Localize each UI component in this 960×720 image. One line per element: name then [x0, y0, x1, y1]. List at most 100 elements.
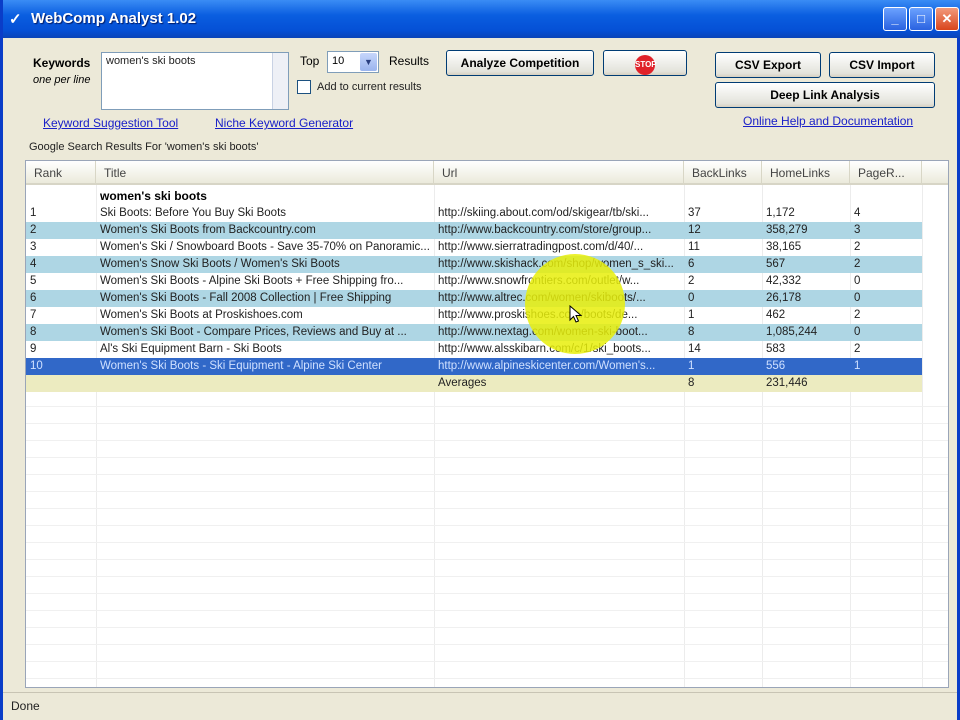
cell-pagerank: 2 [854, 343, 861, 355]
status-text: Done [11, 699, 40, 713]
cell-title: Women's Ski Boots - Fall 2008 Collection… [100, 292, 392, 304]
mouse-pointer-icon [569, 305, 583, 323]
keyword-suggestion-link[interactable]: Keyword Suggestion Tool [43, 116, 178, 130]
cell-pagerank: 2 [854, 309, 861, 321]
cell-rank: 1 [30, 207, 37, 219]
averages-row: Averages 8 231,446 [26, 375, 922, 392]
table-row[interactable]: 10 Women's Ski Boots - Ski Equipment - Al… [26, 358, 922, 375]
averages-label: Averages [438, 377, 487, 389]
cell-title: Al's Ski Equipment Barn - Ski Boots [100, 343, 282, 355]
cell-rank: 4 [30, 258, 37, 270]
cell-backlinks: 12 [688, 224, 701, 236]
close-button[interactable]: ✕ [935, 7, 959, 31]
avg-backlinks: 8 [688, 377, 695, 389]
cell-pagerank: 1 [854, 360, 861, 372]
add-to-current-label: Add to current results [317, 81, 422, 93]
column-header-url[interactable]: Url [434, 161, 684, 185]
table-row[interactable]: 5 Women's Ski Boots - Alpine Ski Boots + … [26, 273, 922, 290]
cell-title: Women's Snow Ski Boots / Women's Ski Boo… [100, 258, 340, 270]
keywords-scrollbar[interactable] [272, 53, 288, 109]
cell-backlinks: 8 [688, 326, 695, 338]
cell-backlinks: 2 [688, 275, 695, 287]
csv-import-button[interactable]: CSV Import [829, 52, 935, 78]
grid-line [26, 423, 948, 424]
cell-homelinks: 1,085,244 [766, 326, 818, 338]
cell-pagerank: 3 [854, 224, 861, 236]
cell-rank: 6 [30, 292, 37, 304]
title-bar[interactable]: ✓ WebComp Analyst 1.02 _ □ ✕ [3, 0, 960, 38]
table-row[interactable]: 9 Al's Ski Equipment Barn - Ski Boots http… [26, 341, 922, 358]
grid-line [26, 491, 948, 492]
avg-homelinks: 231,446 [766, 377, 808, 389]
chevron-down-icon[interactable]: ▼ [360, 53, 377, 71]
cell-backlinks: 6 [688, 258, 695, 270]
column-header-homelinks[interactable]: HomeLinks [762, 161, 850, 185]
table-row[interactable]: 8 Women's Ski Boot - Compare Prices, Revi… [26, 324, 922, 341]
cell-backlinks: 14 [688, 343, 701, 355]
analyze-competition-button[interactable]: Analyze Competition [446, 50, 594, 76]
cell-pagerank: 4 [854, 207, 861, 219]
cell-url: http://www.backcountry.com/store/group..… [438, 224, 652, 236]
cell-title: Women's Ski Boots at Proskishoes.com [100, 309, 303, 321]
grid-line [26, 508, 948, 509]
cell-title: Women's Ski Boot - Compare Prices, Revie… [100, 326, 407, 338]
cell-homelinks: 38,165 [766, 241, 802, 253]
cell-homelinks: 1,172 [766, 207, 795, 219]
maximize-button[interactable]: □ [909, 7, 933, 31]
grid-line [26, 610, 948, 611]
keywords-input-value: women's ski boots [106, 55, 196, 67]
cell-backlinks: 1 [688, 309, 695, 321]
top-results-select[interactable]: 10 ▼ [327, 51, 379, 73]
cell-pagerank: 0 [854, 292, 861, 304]
keywords-input[interactable]: women's ski boots [101, 52, 289, 110]
cell-pagerank: 0 [854, 275, 861, 287]
grid-line [26, 644, 948, 645]
group-header: women's ski boots [100, 189, 207, 203]
table-row[interactable]: 4 Women's Snow Ski Boots / Women's Ski Bo… [26, 256, 922, 273]
stop-button[interactable]: STOP [603, 50, 687, 76]
table-row[interactable]: 2 Women's Ski Boots from Backcountry.com h… [26, 222, 922, 239]
cell-homelinks: 583 [766, 343, 786, 355]
deep-link-analysis-button[interactable]: Deep Link Analysis [715, 82, 935, 108]
grid-line [26, 457, 948, 458]
table-row[interactable]: 3 Women's Ski / Snowboard Boots - Save 35… [26, 239, 922, 256]
grid-line [26, 525, 948, 526]
keywords-hint: one per line [33, 74, 91, 86]
grid-line [26, 678, 948, 679]
results-caption: Google Search Results For 'women's ski b… [29, 141, 259, 153]
grid-line [26, 440, 948, 441]
app-logo-icon: ✓ [9, 11, 22, 28]
column-header-rank[interactable]: Rank [26, 161, 96, 185]
cell-homelinks: 556 [766, 360, 786, 372]
cell-title: Women's Ski Boots - Alpine Ski Boots + F… [100, 275, 404, 287]
grid-line [26, 576, 948, 577]
results-label: Results [389, 54, 430, 68]
cell-pagerank: 2 [854, 258, 861, 270]
table-row[interactable]: 6 Women's Ski Boots - Fall 2008 Collectio… [26, 290, 922, 307]
minimize-button[interactable]: _ [883, 7, 907, 31]
cell-backlinks: 1 [688, 360, 695, 372]
cell-homelinks: 462 [766, 309, 786, 321]
grid-line [26, 542, 948, 543]
cell-rank: 8 [30, 326, 37, 338]
column-header-backlinks[interactable]: BackLinks [684, 161, 762, 185]
cell-title: Women's Ski / Snowboard Boots - Save 35-… [100, 241, 430, 253]
table-row[interactable]: 1 Ski Boots: Before You Buy Ski Boots http… [26, 205, 922, 222]
add-to-current-checkbox[interactable] [297, 80, 311, 94]
results-grid[interactable]: Rank Title Url BackLinks HomeLinks PageR… [25, 160, 949, 688]
grid-line [26, 661, 948, 662]
grid-line [26, 559, 948, 560]
help-link[interactable]: Online Help and Documentation [743, 114, 913, 128]
cell-rank: 7 [30, 309, 37, 321]
cell-rank: 2 [30, 224, 37, 236]
top-label: Top [300, 54, 320, 68]
csv-export-button[interactable]: CSV Export [715, 52, 821, 78]
column-header-title[interactable]: Title [96, 161, 434, 185]
app-window: ✓ WebComp Analyst 1.02 _ □ ✕ Keywords on… [0, 0, 960, 720]
cell-rank: 5 [30, 275, 37, 287]
table-row[interactable]: 7Women's Ski Boots at Proskishoes.comhtt… [26, 307, 922, 324]
cell-rank: 9 [30, 343, 37, 355]
column-header-pagerank[interactable]: PageR... [850, 161, 922, 185]
window-title: WebComp Analyst 1.02 [31, 10, 197, 27]
niche-keyword-link[interactable]: Niche Keyword Generator [215, 116, 353, 130]
